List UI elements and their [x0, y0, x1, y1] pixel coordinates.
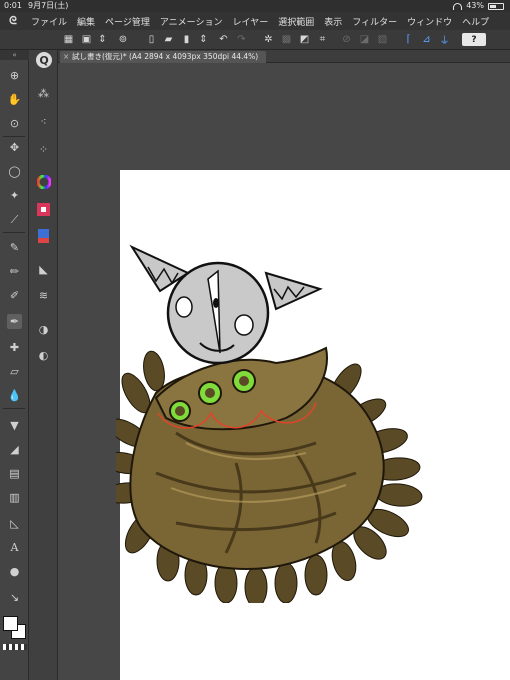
save-arrows-icon[interactable]: ⇕ — [197, 33, 210, 46]
move-icon[interactable]: ✥ — [7, 140, 22, 155]
menu-view[interactable]: 表示 — [319, 15, 347, 28]
menu-page[interactable]: ページ管理 — [100, 15, 155, 28]
blend-icon[interactable]: 💧 — [7, 388, 22, 403]
subtool-scatter-icon[interactable]: ⁂ — [36, 86, 51, 101]
color-swatches[interactable] — [3, 616, 27, 640]
main-color-swatch[interactable] — [3, 616, 18, 631]
clip-studio-icon[interactable]: ⊚ — [112, 33, 134, 46]
app-logo-icon[interactable]: ᘓ — [0, 12, 26, 30]
new-window-icon[interactable]: ▣ — [80, 33, 93, 46]
grid-icon[interactable]: ▦ — [62, 33, 75, 46]
brush-active-icon[interactable]: ✒ — [7, 314, 22, 329]
redo-icon[interactable]: ↷ — [235, 33, 248, 46]
text-icon[interactable]: A — [7, 540, 22, 555]
command-bar: ▦ ▣ ⇕ ⊚ ▯ ▰ ▮ ⇕ ↶ ↷ ✲ ▩ ◩ ⌗ ⊘ ◪ ▨ ⌈ ⊿ ⏚ … — [0, 30, 510, 50]
brush-icon[interactable]: ✐ — [7, 288, 22, 303]
new-file-icon[interactable]: ▯ — [145, 33, 158, 46]
figure-icon[interactable]: ▤ — [7, 466, 22, 481]
transparent-color-swatch[interactable] — [3, 644, 27, 650]
layer-list-icon[interactable]: ≋ — [36, 288, 51, 303]
status-time: 0:01 — [4, 1, 22, 10]
document-title: 試し書き(復元)* (A4 2894 x 4093px 350dpi 44.4%… — [72, 52, 259, 61]
document-tab-bar: × 試し書き(復元)* (A4 2894 x 4093px 350dpi 44.… — [58, 50, 510, 63]
frame-icon[interactable]: ▥ — [7, 490, 22, 505]
head — [166, 261, 270, 365]
menu-layer[interactable]: レイヤー — [228, 15, 274, 28]
subtool-dots-icon[interactable]: ⁘ — [36, 142, 51, 157]
pencil-icon[interactable]: ✏ — [7, 264, 22, 279]
sub-tool-panel: Q ⁂ ⁖ ⁘ ◣ ≋ ◑ ◐ — [29, 50, 58, 680]
menu-help[interactable]: ヘルプ — [457, 15, 494, 28]
menu-file[interactable]: ファイル — [26, 15, 72, 28]
correct-line-icon[interactable]: ↘ — [7, 590, 22, 605]
wifi-icon — [453, 2, 463, 10]
undo-icon[interactable]: ↶ — [217, 33, 230, 46]
character-artwork — [116, 244, 423, 603]
balloon-icon[interactable]: ● — [7, 564, 22, 579]
lasso-icon[interactable]: ◯ — [7, 164, 22, 179]
menu-selection[interactable]: 選択範囲 — [273, 15, 319, 28]
open-folder-icon[interactable]: ▰ — [162, 33, 175, 46]
battery-percent: 43% — [466, 1, 484, 10]
eyedropper-icon[interactable]: ⟋ — [7, 212, 22, 227]
close-tab-icon[interactable]: × — [63, 51, 69, 63]
transform-icon[interactable]: ⌗ — [316, 33, 329, 46]
save-icon[interactable]: ▮ — [180, 33, 193, 46]
status-bar: 0:01 9月7日(土) 43% — [0, 0, 510, 12]
menu-filter[interactable]: フィルター — [347, 15, 402, 28]
zoom-icon[interactable]: ⊕ — [7, 68, 22, 83]
updown-icon[interactable]: ⇕ — [96, 33, 109, 46]
clear-outside-icon[interactable]: ▩ — [280, 33, 293, 46]
invert-selection-icon[interactable]: ◪ — [358, 33, 371, 46]
fill-bucket-icon[interactable]: ▼ — [7, 418, 22, 433]
battery-icon — [488, 2, 504, 10]
show-selection-icon[interactable]: ▨ — [376, 33, 389, 46]
gradient-icon[interactable]: ◢ — [7, 442, 22, 457]
auto-select-icon[interactable]: ✦ — [7, 188, 22, 203]
layer-property-icon[interactable]: ◣ — [36, 262, 51, 277]
ruler-icon[interactable]: ◺ — [7, 516, 22, 531]
menu-animation[interactable]: アニメーション — [155, 15, 228, 28]
help-button[interactable]: ? — [462, 33, 486, 46]
fill-icon[interactable]: ◩ — [298, 33, 311, 46]
zoom-tool-icon[interactable]: ⊙ — [7, 116, 22, 131]
snap-special-ruler-icon[interactable]: ⊿ — [420, 33, 433, 46]
clip-studio-app: 0:01 9月7日(土) 43% ᘓ ファイル 編集 ページ管理 アニメーション… — [0, 0, 510, 680]
subtool-spray-icon[interactable]: ⁖ — [36, 114, 51, 129]
pen-icon[interactable]: ✎ — [7, 240, 22, 255]
search-icon[interactable]: Q — [36, 52, 52, 68]
intermediate-color-icon[interactable] — [36, 202, 51, 217]
color-set-icon[interactable] — [36, 228, 51, 243]
menu-window[interactable]: ウィンドウ — [402, 15, 457, 28]
eraser-icon[interactable]: ▱ — [7, 364, 22, 379]
document-tab[interactable]: × 試し書き(復元)* (A4 2894 x 4093px 350dpi 44.… — [60, 51, 267, 63]
tool-property-icon[interactable]: ◐ — [36, 348, 51, 363]
color-wheel-icon[interactable] — [36, 174, 51, 189]
canvas-workspace[interactable] — [58, 63, 510, 680]
panel-collapse-button[interactable]: « — [0, 50, 29, 60]
navigator-icon[interactable]: ◑ — [36, 322, 51, 337]
tool-divider — [3, 136, 25, 137]
tool-panel: « ⊕ ✋ ⊙ ✥ ◯ ✦ ⟋ ✎ ✏ ✐ ✒ ✚ ▱ 💧 ▼ ◢ ▤ ▥ ◺ … — [0, 50, 29, 680]
deselect-icon[interactable]: ⊘ — [340, 33, 353, 46]
tool-divider — [3, 232, 25, 233]
status-right: 43% — [453, 0, 504, 12]
clear-icon[interactable]: ✲ — [262, 33, 275, 46]
snap-ruler-icon[interactable]: ⌈ — [402, 33, 415, 46]
tool-divider — [3, 408, 25, 409]
menu-edit[interactable]: 編集 — [72, 15, 100, 28]
decoration-icon[interactable]: ✚ — [7, 340, 22, 355]
status-date: 9月7日(土) — [28, 1, 69, 10]
hand-icon[interactable]: ✋ — [7, 92, 22, 107]
snap-grid-icon[interactable]: ⏚ — [438, 33, 451, 47]
menu-bar: ᘓ ファイル 編集 ページ管理 アニメーション レイヤー 選択範囲 表示 フィル… — [0, 12, 510, 30]
